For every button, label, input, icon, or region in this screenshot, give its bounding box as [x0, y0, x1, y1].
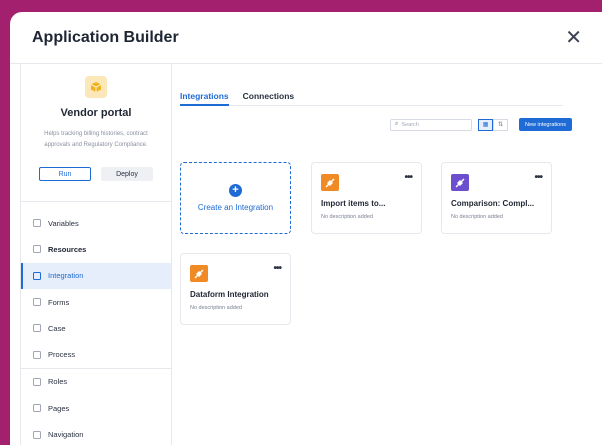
grid-view-icon[interactable]: ▦ [478, 118, 494, 131]
integration-icon [190, 265, 208, 282]
deploy-button[interactable]: Deploy [101, 167, 153, 181]
sidebar-item-integration[interactable]: Integration [21, 262, 171, 290]
card-title: Dataform Integration [190, 290, 269, 299]
sidebar-item-process[interactable]: Process [21, 341, 171, 367]
view-toggle: ▦ ⇅ [478, 118, 509, 131]
integration-icon [321, 174, 339, 191]
card-title: Import items to... [321, 199, 386, 208]
sidebar-item-label: Resources [48, 244, 87, 254]
sidebar-item-label: Forms [48, 297, 70, 307]
sidebar-item-label: Pages [48, 403, 70, 413]
search-placeholder: Search [401, 121, 419, 128]
process-icon [33, 350, 41, 359]
search-icon: ⌕ [395, 121, 399, 127]
sidebar-nav: Variables Resources Integration Forms Ca… [21, 210, 171, 445]
user-icon [33, 377, 41, 386]
more-options-icon[interactable]: ••• [273, 264, 281, 274]
sidebar-item-label: Process [48, 350, 76, 360]
sidebar-item-label: Integration [48, 271, 84, 281]
sidebar-item-variables[interactable]: Variables [21, 210, 171, 236]
sidebar-item-navigation[interactable]: Navigation [21, 421, 171, 445]
new-integration-button[interactable]: New integrations [519, 118, 572, 131]
close-icon[interactable]: ✕ [565, 28, 582, 48]
card-description: No description added [190, 305, 242, 311]
form-icon [33, 298, 41, 307]
application-builder-window: Application Builder ✕ Vendor portal Help… [10, 12, 602, 445]
run-button[interactable]: Run [39, 167, 91, 181]
variables-icon [33, 219, 41, 228]
create-integration-card[interactable]: + Create an Integration [180, 162, 291, 234]
card-description: No description added [321, 214, 373, 220]
toolbar: ⌕ Search ▦ ⇅ New integrations [390, 118, 572, 131]
app-name: Vendor portal [60, 107, 132, 119]
card-title: Comparison: Compl... [451, 199, 535, 208]
create-integration-label: Create an Integration [197, 203, 274, 212]
more-options-icon[interactable]: ••• [404, 173, 412, 183]
case-icon [33, 324, 41, 333]
tab-integrations[interactable]: Integrations [180, 90, 229, 106]
sidebar-item-label: Navigation [48, 430, 84, 440]
app-description: Helps tracking billing histories, contra… [44, 131, 148, 148]
sidebar-item-label: Roles [48, 377, 68, 387]
integration-icon [451, 174, 469, 191]
page-icon [33, 404, 41, 413]
sidebar-item-roles[interactable]: Roles [21, 369, 171, 395]
sidebar-item-resources[interactable]: Resources [21, 236, 171, 262]
title-bar: Application Builder ✕ [10, 12, 602, 64]
sidebar: Vendor portal Helps tracking billing his… [20, 64, 172, 445]
sidebar-item-pages[interactable]: Pages [21, 395, 171, 421]
main-panel: Integrations Connections ⌕ Search ▦ ⇅ Ne… [180, 64, 602, 445]
integration-card[interactable]: ••• Comparison: Compl... No description … [441, 162, 552, 234]
integration-card[interactable]: ••• Dataform Integration No description … [180, 253, 291, 325]
card-description: No description added [451, 214, 503, 220]
app-summary: Vendor portal Helps tracking billing his… [21, 64, 171, 202]
plus-icon: + [229, 184, 242, 197]
more-options-icon[interactable]: ••• [534, 173, 542, 183]
search-input[interactable]: ⌕ Search [390, 118, 473, 131]
sidebar-item-label: Variables [48, 218, 79, 228]
folder-icon [33, 245, 41, 254]
sidebar-item-case[interactable]: Case [21, 315, 171, 341]
tab-connections[interactable]: Connections [243, 90, 294, 106]
integration-card[interactable]: ••• Import items to... No description ad… [311, 162, 422, 234]
tab-bar: Integrations Connections [180, 90, 563, 106]
cube-icon [85, 76, 107, 98]
integration-icon [33, 271, 41, 280]
sidebar-item-label: Case [48, 323, 66, 333]
window-title: Application Builder [32, 28, 179, 46]
sidebar-item-forms[interactable]: Forms [21, 289, 171, 315]
navigation-icon [33, 430, 41, 439]
sort-icon[interactable]: ⇅ [493, 118, 509, 131]
